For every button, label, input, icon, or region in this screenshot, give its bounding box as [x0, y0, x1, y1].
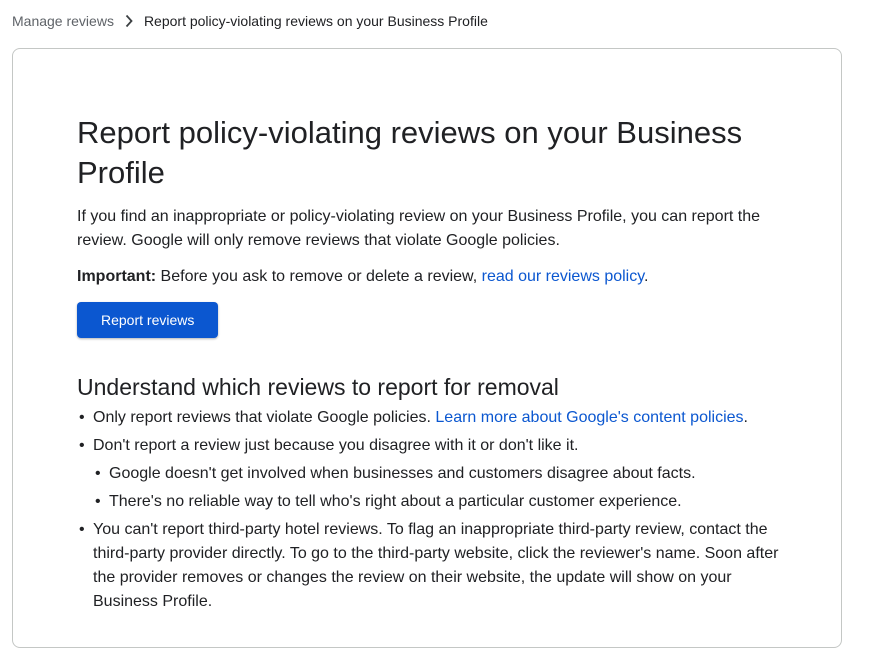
- bullet-1-end: .: [743, 409, 748, 426]
- important-label: Important:: [77, 268, 157, 285]
- section-heading: Understand which reviews to report for r…: [77, 374, 559, 400]
- list-item: Don't report a review just because you d…: [77, 434, 797, 514]
- breadcrumb-current-page: Report policy-violating reviews on your …: [143, 13, 488, 29]
- list-item: You can't report third-party hotel revie…: [77, 518, 797, 614]
- article-content: Report policy-violating reviews on your …: [77, 113, 797, 614]
- report-reviews-button[interactable]: Report reviews: [77, 302, 219, 338]
- important-note: Important: Before you ask to remove or d…: [77, 265, 797, 289]
- sub-list: Google doesn't get involved when busines…: [93, 462, 797, 514]
- reviews-policy-link[interactable]: read our reviews policy: [482, 268, 644, 285]
- chevron-right-icon: [114, 14, 144, 28]
- bullet-2-text: Don't report a review just because you d…: [93, 437, 579, 454]
- content-policies-link[interactable]: Learn more about Google's content polici…: [435, 409, 743, 426]
- article-card: Report policy-violating reviews on your …: [12, 48, 842, 648]
- bullet-1-text: Only report reviews that violate Google …: [93, 409, 436, 426]
- intro-paragraph: If you find an inappropriate or policy-v…: [77, 208, 761, 249]
- list-item: There's no reliable way to tell who's ri…: [93, 490, 797, 514]
- list-item: Only report reviews that violate Google …: [77, 406, 797, 430]
- page-title: Report policy-violating reviews on your …: [77, 115, 743, 190]
- important-text: Before you ask to remove or delete a rev…: [156, 268, 482, 285]
- removal-guidelines-list: Only report reviews that violate Google …: [77, 406, 797, 614]
- list-item: Google doesn't get involved when busines…: [93, 462, 797, 486]
- breadcrumb: Manage reviews Report policy-violating r…: [12, 10, 488, 32]
- important-end: .: [644, 268, 649, 285]
- breadcrumb-manage-reviews-link[interactable]: Manage reviews: [12, 13, 114, 29]
